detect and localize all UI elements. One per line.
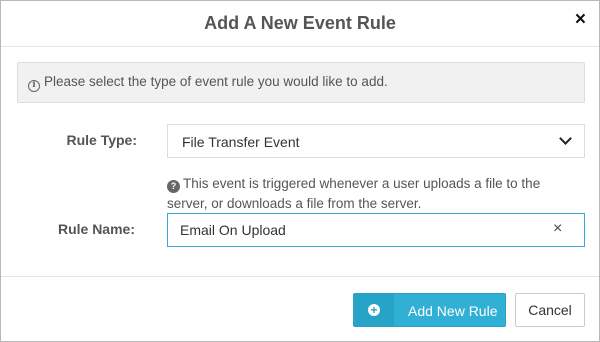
rule-type-help: ? This event is triggered whenever a user… bbox=[167, 174, 577, 214]
dialog-title: Add A New Event Rule bbox=[204, 13, 396, 33]
rule-name-input[interactable] bbox=[167, 213, 585, 247]
add-event-rule-dialog: Add A New Event Rule × i Please select th… bbox=[0, 0, 600, 342]
add-new-rule-label: Add New Rule bbox=[408, 303, 498, 319]
dialog-header: Add A New Event Rule × bbox=[1, 1, 599, 47]
rule-type-help-text: This event is triggered whenever a user … bbox=[167, 176, 541, 211]
question-circle-icon: ? bbox=[167, 180, 180, 193]
rule-type-select[interactable]: File Transfer Event bbox=[167, 124, 585, 158]
info-text: Please select the type of event rule you… bbox=[44, 74, 388, 89]
rule-name-label: Rule Name: bbox=[57, 221, 135, 237]
cancel-button[interactable]: Cancel bbox=[515, 293, 585, 327]
info-circle-icon: i bbox=[28, 80, 40, 92]
clear-input-icon[interactable]: × bbox=[553, 219, 562, 239]
chevron-down-icon bbox=[559, 132, 572, 145]
plus-circle-icon: + bbox=[368, 304, 380, 316]
rule-type-label: Rule Type: bbox=[66, 132, 137, 148]
dialog-footer bbox=[1, 276, 599, 342]
info-alert: i Please select the type of event rule yo… bbox=[17, 62, 585, 103]
rule-type-value: File Transfer Event bbox=[182, 134, 300, 150]
button-icon-area: + bbox=[354, 294, 394, 326]
add-new-rule-button[interactable]: + Add New Rule bbox=[353, 293, 506, 327]
close-icon[interactable]: × bbox=[575, 10, 586, 30]
